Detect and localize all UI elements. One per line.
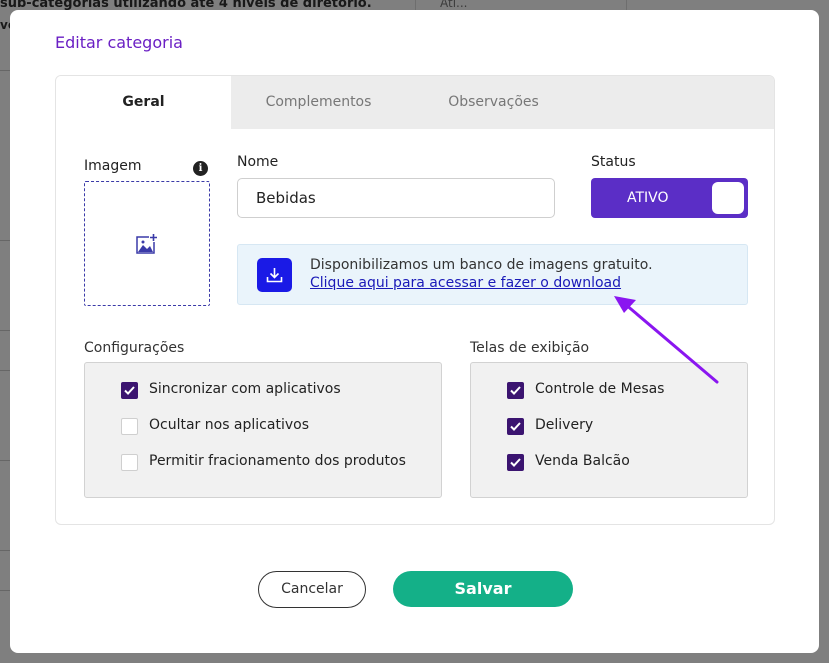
cancel-button[interactable]: Cancelar — [258, 571, 366, 608]
checkbox-unchecked[interactable] — [121, 418, 138, 435]
checkbox-label: Sincronizar com aplicativos — [149, 381, 341, 397]
telas-label: Telas de exibição — [470, 340, 590, 356]
checkbox-label: Venda Balcão — [535, 453, 630, 469]
checkbox-checked[interactable] — [507, 418, 524, 435]
checkbox-label: Ocultar nos aplicativos — [149, 417, 309, 433]
checkbox-label: Controle de Mesas — [535, 381, 665, 397]
banner-text: Disponibilizamos um banco de imagens gra… — [310, 257, 653, 273]
tab-observacoes[interactable]: Observações — [406, 76, 581, 129]
tab-bar: Geral Complementos Observações — [56, 76, 774, 129]
checkbox-label: Delivery — [535, 417, 594, 433]
toggle-knob — [712, 182, 744, 214]
checkbox-checked[interactable] — [121, 382, 138, 399]
checkbox-unchecked[interactable] — [121, 454, 138, 471]
configuracoes-label: Configurações — [84, 340, 185, 356]
modal-title: Editar categoria — [55, 33, 183, 52]
checkbox-label: Permitir fracionamento dos produtos — [149, 453, 406, 469]
image-upload-area[interactable] — [84, 181, 210, 306]
image-bank-banner: Disponibilizamos um banco de imagens gra… — [237, 244, 748, 305]
form-card: Geral Complementos Observações Imagem i … — [55, 75, 775, 525]
status-label: Status — [591, 154, 636, 170]
status-toggle[interactable]: ATIVO — [591, 178, 748, 218]
image-label: Imagem — [84, 158, 142, 174]
telas-box: Controle de Mesas Delivery Venda Balcão — [470, 362, 748, 498]
info-icon[interactable]: i — [193, 161, 208, 176]
download-link[interactable]: Clique aqui para acessar e fazer o downl… — [310, 275, 621, 291]
download-button[interactable] — [257, 258, 292, 292]
configuracoes-box: Sincronizar com aplicativos Ocultar nos … — [84, 362, 442, 498]
edit-category-modal: Editar categoria Geral Complementos Obse… — [10, 10, 819, 653]
status-value: ATIVO — [627, 190, 669, 206]
checkbox-checked[interactable] — [507, 382, 524, 399]
name-input[interactable] — [237, 178, 555, 218]
checkbox-checked[interactable] — [507, 454, 524, 471]
add-image-icon — [136, 233, 158, 254]
tab-complementos[interactable]: Complementos — [231, 76, 406, 129]
name-label: Nome — [237, 154, 279, 170]
save-button[interactable]: Salvar — [393, 571, 573, 607]
tab-geral[interactable]: Geral — [56, 76, 231, 129]
download-icon — [266, 268, 283, 283]
